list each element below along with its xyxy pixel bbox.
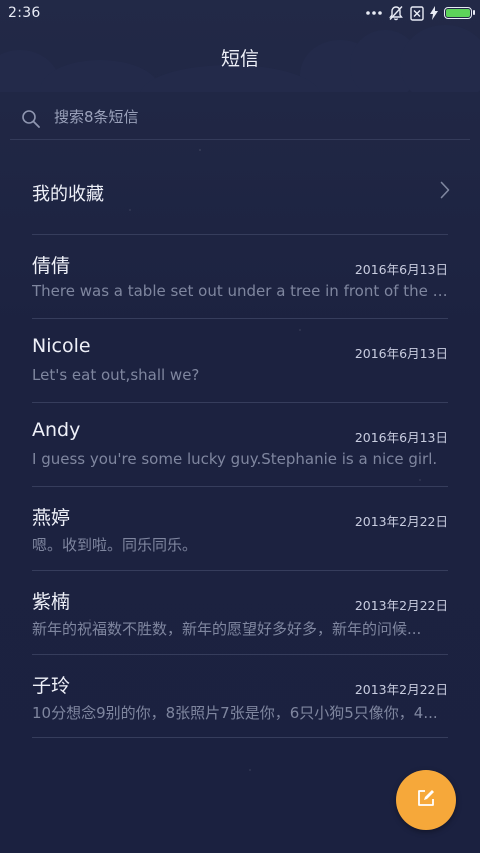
search-input[interactable] [54,108,434,126]
message-preview: 新年的祝福数不胜数，新年的愿望好多好多，新年的问候... [32,620,422,638]
message-preview: Let's eat out,shall we? [32,366,200,384]
compose-icon [416,788,436,812]
compose-button[interactable] [396,770,456,830]
search-icon [21,109,41,133]
charging-bolt-icon [430,6,438,20]
message-date: 2016年6月13日 [354,262,448,277]
favorites-label: 我的收藏 [32,184,104,205]
message-sender: 紫楠 [32,591,71,613]
page-title: 短信 [220,48,259,70]
message-item[interactable]: 子玲 2013年2月22日 10分想念9别的你，8张照片7张是你，6只小狗5只像… [32,654,448,738]
message-item[interactable]: Andy 2016年6月13日 I guess you're some luck… [32,402,448,486]
chevron-right-icon [440,181,450,203]
message-date: 2016年6月13日 [354,430,448,445]
status-time: 2:36 [8,5,41,21]
message-preview: 10分想念9别的你，8张照片7张是你，6只小狗5只像你，4... [32,704,438,722]
mute-bell-icon [388,5,404,21]
message-sender: 倩倩 [32,255,71,277]
more-dots-icon [366,10,382,16]
message-sender: 子玲 [32,675,71,697]
message-item[interactable]: Nicole 2016年6月13日 Let's eat out,shall we… [32,318,448,402]
battery-icon [444,7,475,19]
status-icons [366,4,475,22]
search-bar[interactable] [10,100,470,140]
message-date: 2016年6月13日 [354,346,448,361]
message-sender: Nicole [32,335,91,357]
message-date: 2013年2月22日 [354,514,448,529]
status-bar: 2:36 [0,0,480,28]
message-item[interactable]: 紫楠 2013年2月22日 新年的祝福数不胜数，新年的愿望好多好多，新年的问候.… [32,570,448,654]
message-item[interactable]: 燕婷 2013年2月22日 嗯。收到啦。同乐同乐。 [32,486,448,570]
message-sender: Andy [32,419,81,441]
message-preview: I guess you're some lucky guy.Stephanie … [32,450,438,468]
message-date: 2013年2月22日 [354,598,448,613]
message-date: 2013年2月22日 [354,682,448,697]
message-item[interactable]: 倩倩 2016年6月13日 There was a table set out … [32,234,448,318]
message-list: 倩倩 2016年6月13日 There was a table set out … [0,234,480,738]
message-preview: There was a table set out under a tree i… [32,282,448,300]
battery-level-fill [446,9,470,17]
message-sender: 燕婷 [32,507,71,529]
message-preview: 嗯。收到啦。同乐同乐。 [32,536,198,554]
sim-error-icon [410,5,424,21]
favorites-row[interactable]: 我的收藏 [0,150,480,234]
